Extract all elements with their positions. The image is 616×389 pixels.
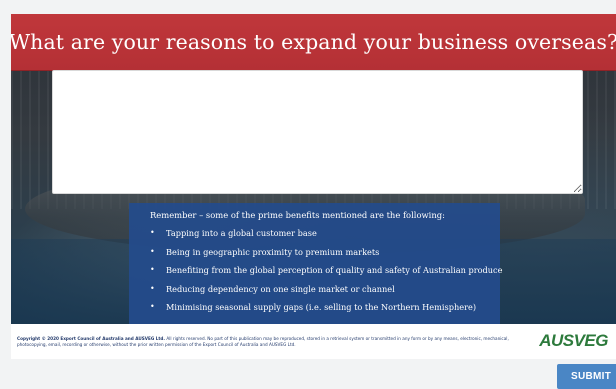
benefit-text: Minimising seasonal supply gaps (i.e. se… [166,302,477,312]
copyright-notice: Copyright © 2020 Export Council of Austr… [17,336,539,347]
benefits-panel: Remember – some of the prime benefits me… [129,203,502,324]
list-item: • Tapping into a global customer base [150,228,488,238]
benefit-text: Benefiting from the global perception of… [166,265,503,275]
benefit-text: Reducing dependency on one single market… [166,283,395,294]
slide-canvas: What are your reasons to expand your bus… [11,14,616,359]
bullet-icon: • [150,265,155,274]
copyright-lead: Copyright © 2020 Export Council of Austr… [17,336,166,341]
benefit-text: Being in geographic proximity to premium… [166,246,380,257]
question-title: What are your reasons to expand your bus… [11,30,616,54]
answer-text-box[interactable] [52,70,583,194]
benefits-intro: Remember – some of the prime benefits me… [150,210,445,220]
bullet-icon: • [150,302,155,311]
list-item: • Benefiting from the global perception o… [150,265,502,275]
submit-button[interactable]: SUBMIT [557,364,616,389]
list-item: • Being in geographic proximity to premiu… [150,247,488,257]
benefits-list: • Tapping into a global customer base • Be… [150,228,502,312]
benefit-text: Tapping into a global customer base [166,228,317,238]
list-item: • Reducing dependency on one single marke… [150,284,488,294]
bullet-icon: • [150,228,155,237]
question-banner: What are your reasons to expand your bus… [11,14,616,71]
slide-footer: Copyright © 2020 Export Council of Austr… [11,324,616,359]
ausveg-logo: AUSVEG [539,330,608,350]
bullet-icon: • [150,283,155,293]
bullet-icon: • [150,246,155,256]
list-item: • Minimising seasonal supply gaps (i.e. s… [150,302,488,312]
